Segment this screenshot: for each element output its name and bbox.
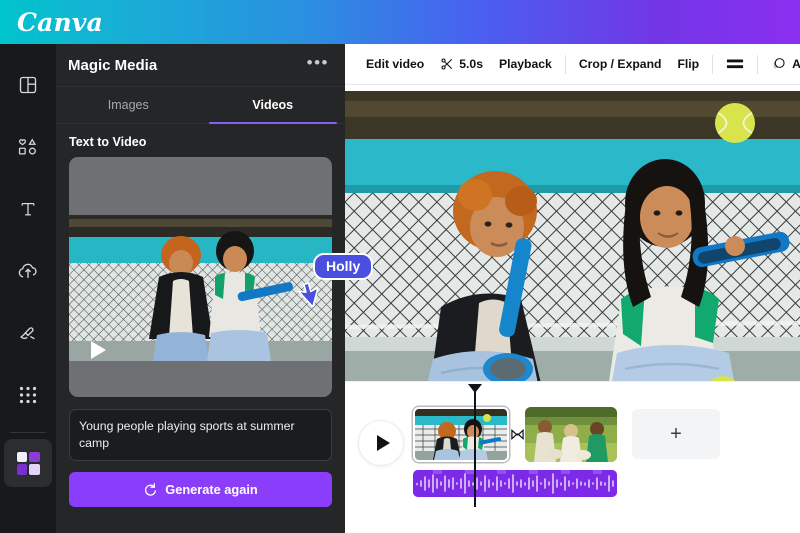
crop-expand-button[interactable]: Crop / Expand (571, 52, 670, 76)
animate-label: Animate (792, 57, 800, 71)
sidebar-item-magic-media[interactable] (4, 439, 52, 487)
scissors-icon (441, 58, 453, 70)
animate-icon (773, 58, 785, 69)
design-icon (19, 76, 37, 94)
timeline-play-button[interactable] (358, 420, 404, 466)
animate-button[interactable]: Animate (763, 51, 800, 77)
edit-video-button[interactable]: Edit video (358, 52, 432, 76)
text-icon (21, 202, 35, 216)
prompt-input[interactable]: Young people playing sports at summer ca… (69, 409, 332, 461)
sidebar-item-apps[interactable] (0, 364, 56, 426)
toolbar-divider (564, 54, 566, 74)
sidebar-item-text[interactable] (0, 178, 56, 240)
section-label-text-to-video: Text to Video (69, 135, 147, 149)
clip-thumbnail-picnic (525, 407, 617, 462)
sidebar-item-draw[interactable] (0, 302, 56, 364)
panel-more-button[interactable]: ••• (305, 52, 331, 78)
table-row[interactable] (413, 407, 509, 462)
toolbar-divider (712, 54, 714, 74)
trim-duration-button[interactable]: 5.0s (432, 52, 491, 76)
sidebar-item-design[interactable] (0, 54, 56, 116)
playhead-line (474, 392, 476, 507)
app-header: Canva (0, 0, 800, 44)
left-icon-rail (0, 44, 56, 533)
panel-header: Magic Media ••• (56, 44, 345, 86)
magic-media-app-icon (15, 450, 41, 476)
tab-videos[interactable]: Videos (201, 87, 346, 124)
draw-pen-icon (20, 327, 35, 340)
toolbar-divider (757, 54, 759, 74)
adjust-lines-icon (727, 59, 744, 69)
sidebar-item-elements[interactable] (0, 116, 56, 178)
panel-body: Text to Video Young people playing sport… (56, 124, 345, 533)
tab-images[interactable]: Images (56, 87, 201, 123)
table-row[interactable] (525, 407, 617, 462)
audio-waveform-track[interactable] (413, 470, 617, 497)
transition-bowtie-icon[interactable] (511, 428, 524, 441)
play-icon[interactable] (91, 341, 106, 359)
elements-icon (18, 138, 37, 155)
canva-logo[interactable]: Canva (17, 10, 103, 35)
timeline: + (345, 381, 800, 533)
play-icon (376, 435, 390, 451)
apps-grid-icon (19, 386, 37, 404)
playback-button[interactable]: Playback (491, 52, 560, 76)
panel-tabs: Images Videos (56, 87, 345, 124)
canvas-area (345, 85, 800, 415)
rail-divider (10, 432, 46, 433)
video-toolbar: Edit video 5.0s Playback Crop / Expand F… (345, 44, 800, 85)
sidebar-item-uploads[interactable] (0, 240, 56, 302)
adjust-button[interactable] (718, 52, 752, 76)
clip-thumbnail-tennis (415, 409, 507, 460)
flip-button[interactable]: Flip (669, 52, 707, 76)
magic-media-panel: Magic Media ••• Images Videos Text to Vi… (56, 44, 345, 533)
editor-area: Edit video 5.0s Playback Crop / Expand F… (345, 44, 800, 533)
refresh-icon (145, 482, 157, 496)
generate-again-button[interactable]: Generate again (69, 472, 332, 507)
generate-again-label: Generate again (165, 482, 258, 497)
duration-label: 5.0s (459, 57, 483, 71)
video-result-thumbnail (69, 215, 332, 361)
video-result-card[interactable] (69, 157, 332, 397)
cloud-upload-icon (18, 263, 37, 278)
waveform-icon (413, 470, 617, 497)
add-clip-button[interactable]: + (632, 409, 720, 459)
video-canvas[interactable] (345, 91, 800, 409)
page-title: Magic Media (68, 56, 158, 74)
